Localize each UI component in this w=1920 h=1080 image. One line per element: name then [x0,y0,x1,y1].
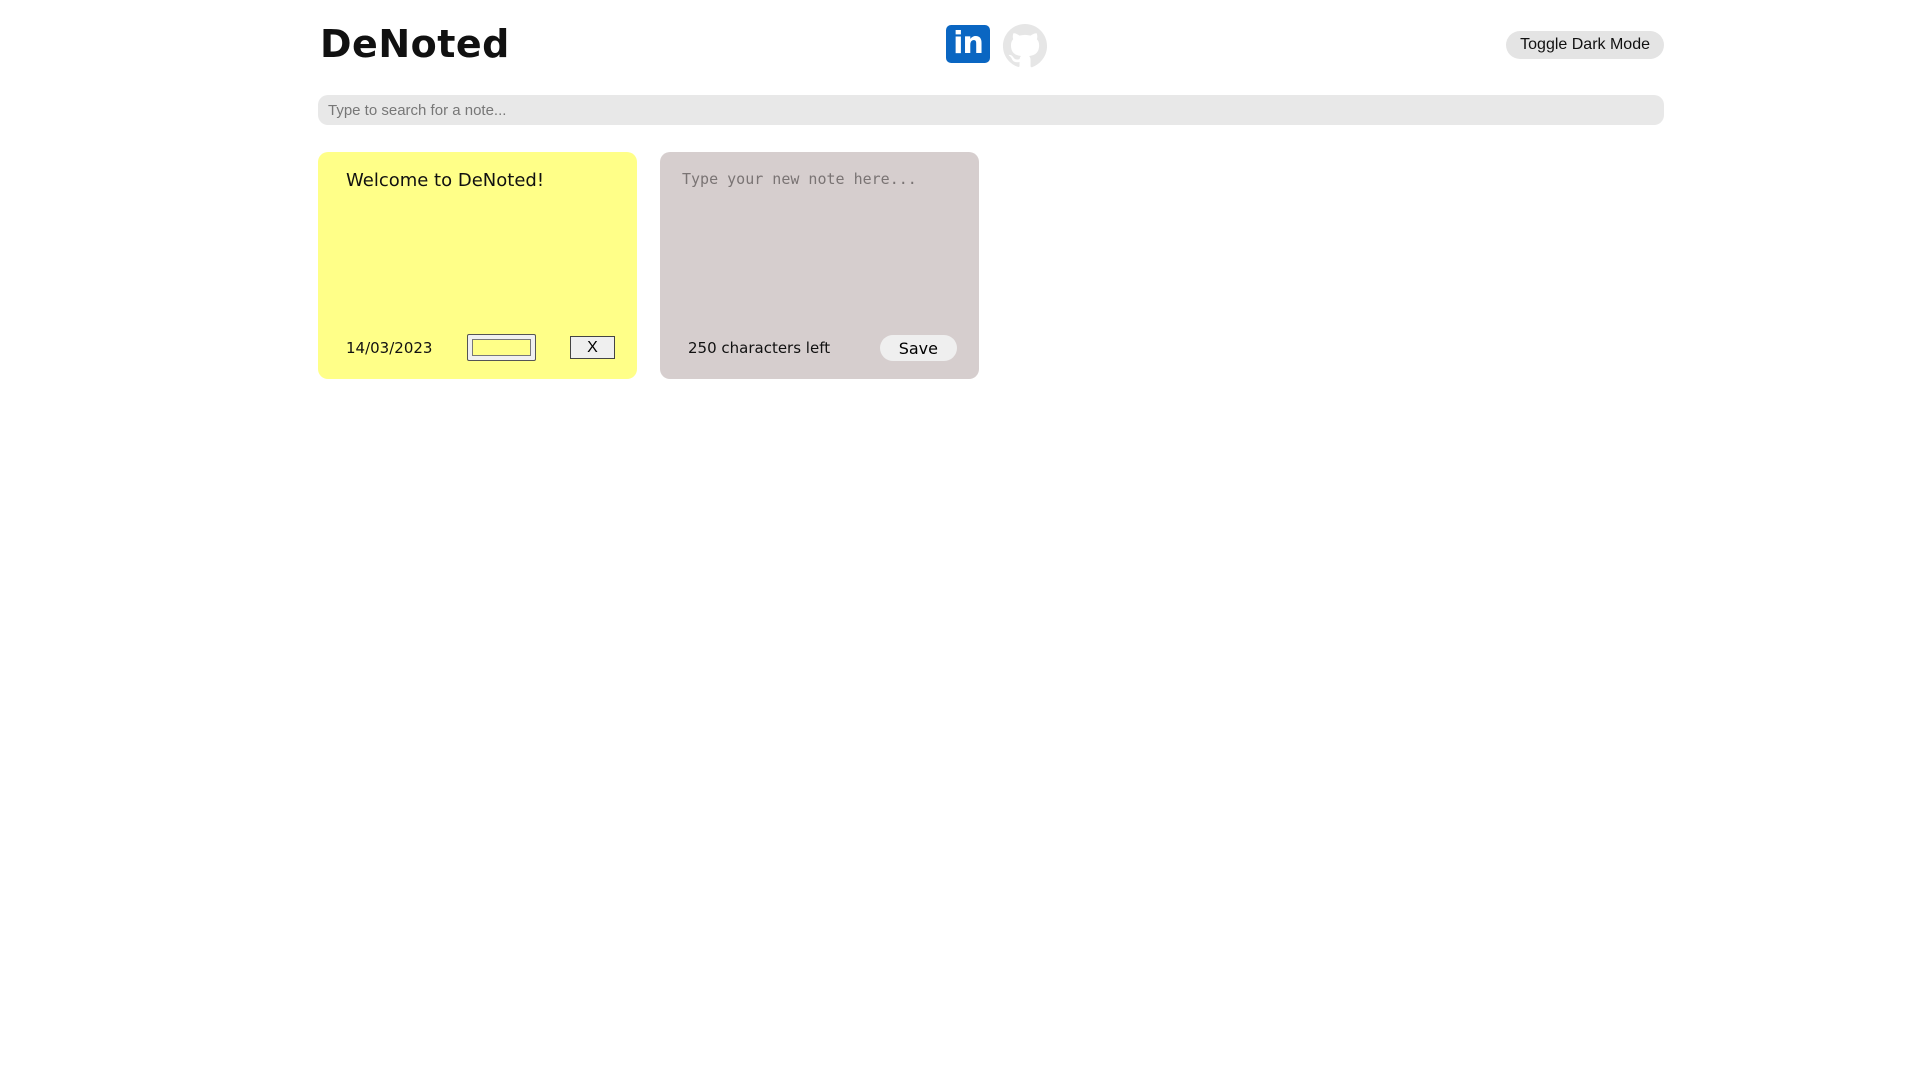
search-input[interactable] [328,101,1654,119]
delete-note-button[interactable]: X [570,336,615,359]
characters-left: 250 characters left [688,339,831,357]
linkedin-icon[interactable]: in [946,25,990,63]
save-button[interactable]: Save [879,335,957,361]
header: DeNoted in Toggle Dark Mode [318,0,1664,95]
search-bar [318,95,1664,125]
app-container: DeNoted in Toggle Dark Mode Welcome to D… [318,0,1664,379]
github-icon[interactable] [1002,23,1048,69]
note-footer: 14/03/2023 X [346,334,615,361]
new-note-card: 250 characters left Save [660,152,979,379]
color-swatch [471,339,531,356]
note-card: Welcome to DeNoted! 14/03/2023 X [318,152,637,379]
color-picker[interactable] [466,334,536,361]
social-links: in [946,23,1048,69]
new-note-footer: 250 characters left Save [688,335,957,361]
toggle-dark-mode-button[interactable]: Toggle Dark Mode [1506,31,1664,59]
new-note-textarea[interactable] [682,170,958,310]
note-date: 14/03/2023 [346,338,433,357]
note-text: Welcome to DeNoted! [346,170,545,191]
app-title: DeNoted [320,22,510,66]
notes-list: Welcome to DeNoted! 14/03/2023 X 250 cha… [318,152,979,379]
